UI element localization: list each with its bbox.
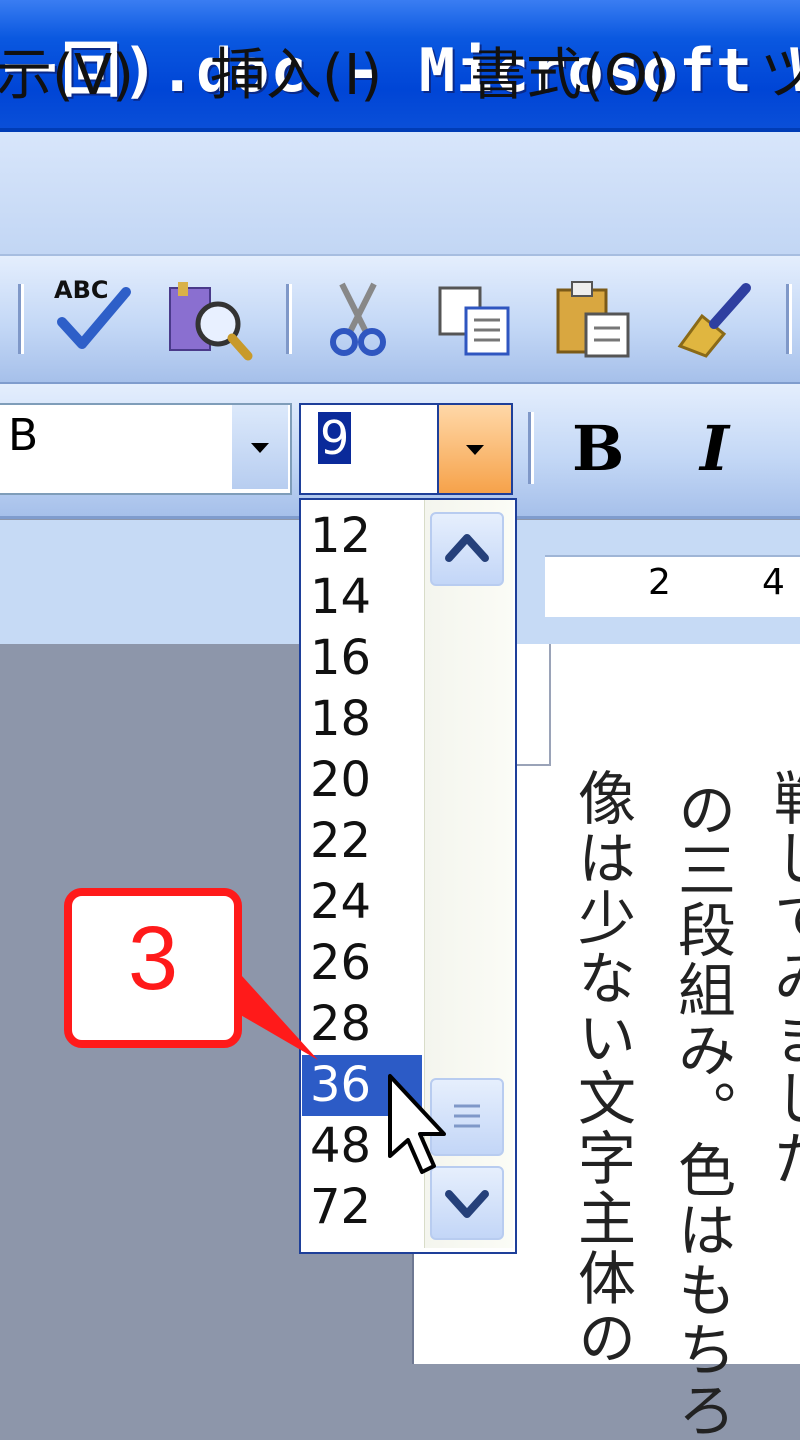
mouse-pointer-icon [388,1074,446,1174]
step-number: 3 [127,909,179,1009]
